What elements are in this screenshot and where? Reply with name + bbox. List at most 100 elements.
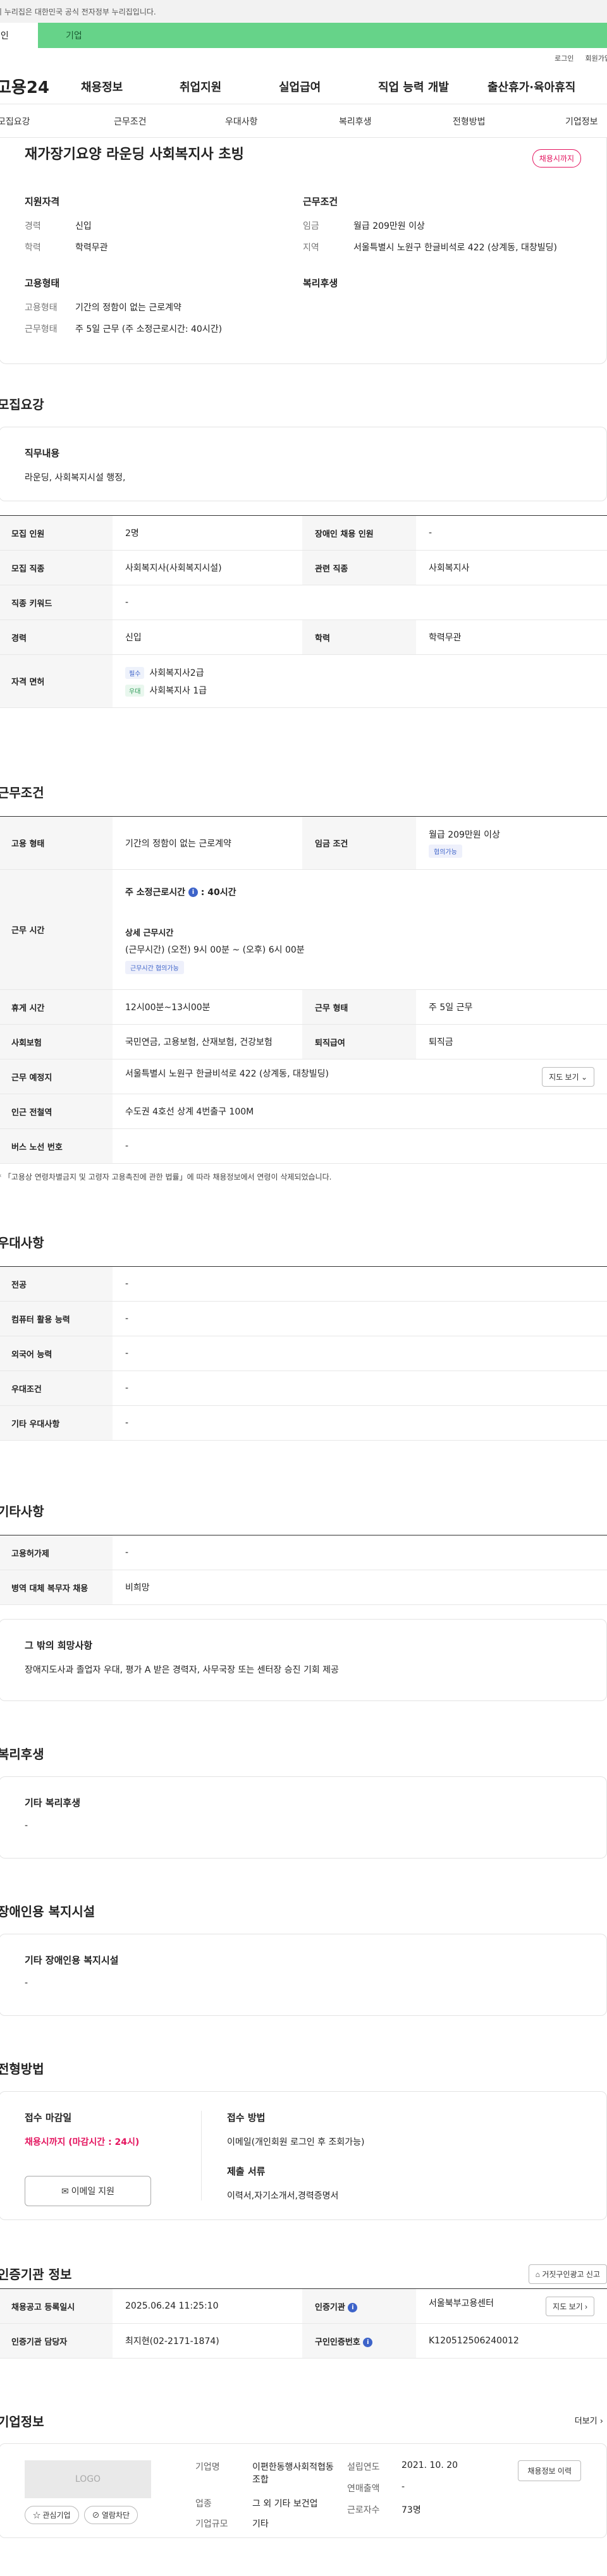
summary-career-label: 경력 bbox=[25, 221, 41, 231]
etc-label: 고용허가제 bbox=[0, 1535, 113, 1570]
email-apply-button[interactable]: ✉ 이메일 지원 bbox=[25, 2176, 151, 2206]
gnb-parental-leave[interactable]: 출산휴가·육아휴직 bbox=[487, 78, 575, 95]
table-row: 채용공고 등록일시 2025.06.24 11:25:10 인증기관 i 서울북… bbox=[0, 2288, 607, 2324]
emp-type-value: 기간의 정함이 없는 근로계약 bbox=[113, 816, 302, 870]
section-nav-work[interactable]: 근무조건 bbox=[114, 115, 147, 128]
access-box-heading: 기타 장애인용 복지시설 bbox=[25, 1955, 119, 1966]
work-title: 근무조건 bbox=[0, 785, 44, 800]
org-label: 인증기관 i bbox=[302, 2288, 416, 2324]
info-icon[interactable]: i bbox=[363, 2337, 373, 2347]
pref-section: 우대사항 전공 - 컴퓨터 활용 능력 - 외국어 능력 - 우대조건 - 기타 우대사… bbox=[0, 1233, 607, 1441]
etc-value: - bbox=[113, 1535, 607, 1570]
insurance-value: 국민연금, 고용보험, 산재보험, 건강보험 bbox=[113, 1024, 302, 1059]
form-label: 근무 형태 bbox=[302, 989, 416, 1025]
related-label: 관련 직종 bbox=[302, 550, 416, 585]
insurance-label: 사회보험 bbox=[0, 1024, 113, 1059]
recruit-history-button[interactable]: 채용정보 이력 bbox=[518, 2460, 581, 2481]
deadline-col: 접수 마감일 채용시까지 (마감시간 : 24시) ✉ 이메일 지원 bbox=[25, 2111, 202, 2206]
place-value: 서울특별시 노원구 한글비석로 422 (상계동, 대창빌딩) bbox=[125, 1068, 329, 1079]
table-row: 버스 노선 번호 - bbox=[0, 1128, 607, 1164]
summary-work-form: 근무형태 주 5일 근무 (주 소정근로시간: 40시간) bbox=[25, 322, 303, 335]
size-value: 기타 bbox=[252, 2519, 269, 2529]
section-nav-pref[interactable]: 우대사항 bbox=[225, 115, 258, 128]
bus-label: 버스 노선 번호 bbox=[0, 1128, 113, 1164]
company-section: 기업정보 더보기 › LOGO ☆ 관심기업 ⊘ 열람차단 기업명 이편한동행사회… bbox=[0, 2412, 607, 2538]
year-value: 2021. 10. 20 bbox=[402, 2460, 458, 2470]
pref-table: 전공 - 컴퓨터 활용 능력 - 외국어 능력 - 우대조건 - 기타 우대사항 - bbox=[0, 1266, 607, 1441]
favorite-company-button[interactable]: ☆ 관심기업 bbox=[25, 2506, 79, 2524]
pref-value: - bbox=[113, 1370, 607, 1406]
hours-negotiable-tag: 근무시간 협의가능 bbox=[125, 960, 184, 974]
wage-cell: 월급 209만원 이상 협의가능 bbox=[416, 816, 607, 870]
wage-label: 임금 조건 bbox=[302, 816, 416, 870]
company-more-link[interactable]: 더보기 › bbox=[575, 2414, 603, 2426]
wage-negotiable-tag: 협의가능 bbox=[429, 845, 462, 858]
detail-hours-value: (근무시간) (오전) 9시 00분 ~ (오후) 6시 00분 bbox=[125, 944, 305, 955]
company-more-label: 더보기 bbox=[574, 2417, 598, 2426]
screening-title: 전형방법 bbox=[0, 2061, 44, 2077]
gnb-employment-support[interactable]: 취업지원 bbox=[180, 78, 221, 95]
headcount-value: 2명 bbox=[113, 515, 302, 551]
report-fake-ad-button[interactable]: ⌂ 거짓구인광고 신고 bbox=[528, 2264, 607, 2284]
section-nav-company[interactable]: 기업정보 bbox=[565, 115, 598, 128]
map-button[interactable]: 지도 보기 ⌄ bbox=[542, 1066, 594, 1087]
disabled-label: 장애인 채용 인원 bbox=[302, 515, 416, 551]
conditions-heading: 근무조건 bbox=[303, 196, 338, 207]
pref-label: 우대조건 bbox=[0, 1370, 113, 1406]
table-row: 사회보험 국민연금, 고용보험, 산재보험, 건강보험 퇴직급여 퇴직금 bbox=[0, 1024, 607, 1059]
recruit-title: 모집요강 bbox=[0, 397, 44, 412]
gnb-jobs[interactable]: 채용정보 bbox=[81, 78, 123, 95]
summary-work-form-label: 근무형태 bbox=[25, 324, 58, 334]
hope-text: 장애지도사과 졸업자 우대, 평가 A 받은 경력자, 사무국장 또는 센터장 … bbox=[25, 1665, 339, 1675]
tab-business[interactable]: 기업 bbox=[38, 23, 607, 48]
org-value: 서울북부고용센터 bbox=[429, 2298, 494, 2309]
cert-no-label-text: 구인인증번호 bbox=[315, 2337, 360, 2347]
hope-box: 그 밖의 희망사항 장애지도사과 졸업자 우대, 평가 A 받은 경력자, 사무… bbox=[0, 1619, 607, 1701]
pref-label: 컴퓨터 활용 능력 bbox=[0, 1301, 113, 1336]
agency-table: 채용공고 등록일시 2025.06.24 11:25:10 인증기관 i 서울북… bbox=[0, 2288, 607, 2359]
gnb-vocational-training[interactable]: 직업 능력 개발 bbox=[378, 78, 449, 95]
summary-education: 학력 학력무관 bbox=[25, 241, 303, 253]
staff-label: 근로자수 bbox=[347, 2505, 380, 2515]
section-nav-screening[interactable]: 전형방법 bbox=[453, 115, 486, 128]
section-nav-welfare[interactable]: 복리후생 bbox=[339, 115, 372, 128]
section-nav: 모집요강 근무조건 우대사항 복리후생 전형방법 기업정보 bbox=[0, 104, 607, 138]
recruit-table: 모집 인원 2명 장애인 채용 인원 - 모집 직종 사회복지사(사회복지시설)… bbox=[0, 515, 607, 708]
weekly-hours-value: : 40시간 bbox=[200, 887, 236, 898]
revenue-label: 연매출액 bbox=[347, 2484, 380, 2494]
industry-value: 그 외 기타 보건업 bbox=[252, 2499, 318, 2509]
table-row: 경력 신입 학력 학력무관 bbox=[0, 620, 607, 655]
agency-title: 인증기관 정보 bbox=[0, 2267, 72, 2282]
screening-box: 접수 마감일 채용시까지 (마감시간 : 24시) ✉ 이메일 지원 접수 방법… bbox=[0, 2091, 607, 2220]
info-icon[interactable]: i bbox=[348, 2302, 358, 2312]
rest-value: 12시00분~13시00분 bbox=[113, 989, 302, 1025]
docs-value: 이력서,자기소개서,경력증명서 bbox=[227, 2191, 339, 2201]
email-apply-label: 이메일 지원 bbox=[71, 2186, 114, 2196]
license-label: 자격 면허 bbox=[0, 654, 113, 708]
company-info-col-2: 설립연도 2021. 10. 20 연매출액 - 근로자수 73명 bbox=[347, 2460, 474, 2521]
company-name-label: 기업명 bbox=[195, 2462, 220, 2472]
duty-heading: 직무내용 bbox=[25, 448, 60, 459]
org-cell: 서울북부고용센터 지도 보기 › bbox=[416, 2288, 607, 2324]
reg-value: 2025.06.24 11:25:10 bbox=[113, 2288, 302, 2324]
info-icon[interactable]: i bbox=[188, 888, 198, 897]
table-row: 전공 - bbox=[0, 1266, 607, 1302]
agency-map-button[interactable]: 지도 보기 › bbox=[546, 2296, 594, 2316]
user-type-tabs: 개인 기업 bbox=[0, 23, 607, 48]
work-section: 근무조건 고용 형태 기간의 정함이 없는 근로계약 임금 조건 월급 209만… bbox=[0, 783, 607, 1182]
gnb-unemployment-benefit[interactable]: 실업급여 bbox=[279, 78, 321, 95]
industry-label: 업종 bbox=[195, 2499, 212, 2509]
site-logo[interactable]: 고용24 bbox=[0, 75, 78, 98]
table-row: 인증기관 담당자 최지현(02-2171-1874) 구인인증번호 i K120… bbox=[0, 2323, 607, 2359]
section-nav-recruit[interactable]: 모집요강 bbox=[0, 115, 30, 128]
tab-personal[interactable]: 개인 bbox=[0, 23, 38, 48]
chevron-down-icon: ⌄ bbox=[580, 1072, 587, 1082]
subway-value: 수도권 4호선 상계 4번출구 100M bbox=[113, 1094, 607, 1129]
chevron-right-icon: › bbox=[585, 2302, 587, 2311]
table-row: 근무 시간 주 소정근로시간 i : 40시간 상세 근무시간 (근무시간) (… bbox=[0, 869, 607, 990]
signup-link[interactable]: 회원가입 bbox=[586, 53, 607, 63]
favorite-company-label: 관심기업 bbox=[42, 2511, 71, 2520]
login-link[interactable]: 로그인 bbox=[555, 53, 573, 63]
table-row: 직종 키워드 - bbox=[0, 585, 607, 620]
block-view-button[interactable]: ⊘ 열람차단 bbox=[83, 2506, 138, 2524]
